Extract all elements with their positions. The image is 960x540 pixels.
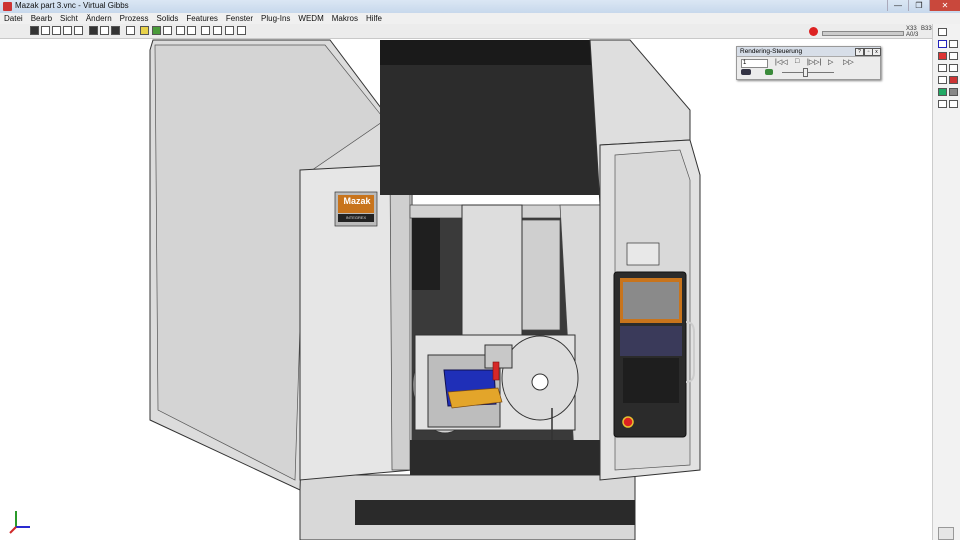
point-icon[interactable] <box>949 40 958 48</box>
menu-datei[interactable]: Datei <box>0 13 27 24</box>
progress-bar <box>822 31 904 36</box>
window-controls: — ❐ ✕ <box>887 0 960 12</box>
menu-bearb[interactable]: Bearb <box>27 13 56 24</box>
menu-makros[interactable]: Makros <box>328 13 362 24</box>
menu-aendern[interactable]: Ändern <box>82 13 116 24</box>
cut-icon[interactable] <box>938 52 947 60</box>
render-control-panel: Rendering-Steuerung ? ▫ x 1 |◁◁ □ |▷▷| ▷… <box>736 46 881 80</box>
status-b: B33 <box>921 26 932 32</box>
tool-display-icon[interactable] <box>741 69 751 75</box>
machine-model <box>149 39 701 540</box>
fit-icon[interactable] <box>187 26 196 35</box>
menu-plugins[interactable]: Plug-Ins <box>257 13 294 24</box>
view-wireframe-icon[interactable] <box>41 26 50 35</box>
view-hidden-icon[interactable] <box>52 26 61 35</box>
menu-fenster[interactable]: Fenster <box>222 13 257 24</box>
spline-icon[interactable] <box>949 76 958 84</box>
menu-wedm[interactable]: WEDM <box>294 13 327 24</box>
text-icon[interactable] <box>949 100 958 108</box>
window-title: Mazak part 3.vnc - Virtual Gibbs <box>15 1 129 10</box>
view-front-icon[interactable] <box>74 26 83 35</box>
menu-hilfe[interactable]: Hilfe <box>362 13 386 24</box>
select-icon[interactable] <box>938 40 947 48</box>
right-toolbar <box>932 24 960 540</box>
view-shaded-icon[interactable] <box>30 26 39 35</box>
view-iso-icon[interactable] <box>63 26 72 35</box>
minimize-button[interactable]: — <box>887 0 908 11</box>
menu-features[interactable]: Features <box>182 13 222 24</box>
title-bar: Mazak part 3.vnc - Virtual Gibbs — ❐ ✕ <box>0 0 960 14</box>
status-corner-icon[interactable] <box>938 527 954 540</box>
solid-tool-icon[interactable] <box>949 88 958 96</box>
view-top-icon[interactable] <box>89 26 98 35</box>
speed-slider-knob[interactable] <box>803 68 808 77</box>
menu-prozess[interactable]: Prozess <box>116 13 153 24</box>
print-icon[interactable] <box>225 26 234 35</box>
rotate-icon[interactable] <box>176 26 185 35</box>
machine-model-label: INTEGREX <box>345 215 367 220</box>
step-button[interactable]: |▷▷| <box>807 58 821 66</box>
play-button[interactable]: ▷ <box>828 58 833 66</box>
app-icon <box>3 2 12 11</box>
new-doc-icon[interactable] <box>938 28 947 36</box>
machine-brand-label: Mazak <box>343 196 371 206</box>
view-bottom-icon[interactable] <box>111 26 120 35</box>
edit-icon[interactable] <box>949 52 958 60</box>
measure-icon[interactable] <box>201 26 210 35</box>
rewind-button[interactable]: |◁◁ <box>775 58 788 66</box>
surface-icon[interactable] <box>938 88 947 96</box>
stop-icon[interactable] <box>809 27 818 36</box>
circle-icon[interactable] <box>938 76 947 84</box>
render-panel-title: Rendering-Steuerung <box>740 48 803 55</box>
pan-icon[interactable] <box>163 26 172 35</box>
menu-solids[interactable]: Solids <box>153 13 183 24</box>
render-panel-header: Rendering-Steuerung ? ▫ x <box>737 47 881 57</box>
menu-bar: Datei Bearb Sicht Ändern Prozess Solids … <box>0 13 960 24</box>
view-right-icon[interactable] <box>100 26 109 35</box>
3d-viewport[interactable] <box>0 39 932 540</box>
help-cursor-icon[interactable] <box>237 26 246 35</box>
layer-icon[interactable] <box>213 26 222 35</box>
solid-icon[interactable] <box>152 26 161 35</box>
line-icon[interactable] <box>938 64 947 72</box>
panel-help-button[interactable]: ? <box>855 48 864 56</box>
frame-input[interactable]: 1 <box>741 59 768 68</box>
speed-slider-track[interactable] <box>782 72 834 73</box>
maximize-button[interactable]: ❐ <box>908 0 929 11</box>
part-display-icon[interactable] <box>765 69 773 75</box>
status-y: A0/3 <box>906 32 919 38</box>
stop-button[interactable]: □ <box>795 58 799 65</box>
panel-close-button[interactable]: x <box>872 48 881 56</box>
fast-forward-button[interactable]: ▷▷ <box>843 58 854 66</box>
zoom-icon[interactable] <box>126 26 135 35</box>
menu-sicht[interactable]: Sicht <box>56 13 82 24</box>
close-button[interactable]: ✕ <box>929 0 960 11</box>
dimension-icon[interactable] <box>938 100 947 108</box>
render-icon[interactable] <box>140 26 149 35</box>
arc-icon[interactable] <box>949 64 958 72</box>
axis-triad-icon <box>9 511 30 534</box>
